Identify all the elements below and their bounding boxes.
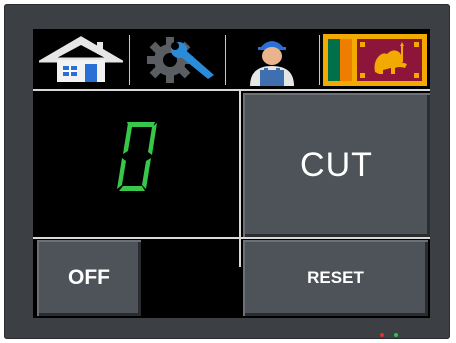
off-button-label: OFF [68, 266, 110, 289]
status-cell [145, 240, 239, 316]
sri-lanka-flag-icon [323, 33, 427, 86]
counter-display: 0 [115, 119, 161, 198]
cut-button-label: CUT [300, 145, 373, 184]
seven-segment-digit [117, 122, 157, 191]
tab-divider [33, 89, 430, 91]
status-leds [380, 333, 398, 337]
tab-operator[interactable] [227, 32, 317, 87]
tab-settings[interactable] [131, 32, 223, 87]
off-button[interactable]: OFF [37, 240, 141, 316]
tab-language[interactable] [321, 32, 429, 87]
gear-wrench-icon [147, 36, 214, 83]
cut-button[interactable]: CUT [243, 93, 430, 237]
tab-home[interactable] [35, 32, 127, 87]
green-led-indicator [394, 333, 398, 337]
worker-icon [250, 40, 294, 86]
reset-button[interactable]: RESET [243, 240, 428, 316]
panel-divider [239, 91, 241, 267]
red-led-indicator [380, 333, 384, 337]
bottom-divider [33, 237, 430, 239]
reset-button-label: RESET [307, 268, 364, 287]
home-icon [39, 35, 123, 82]
tab-bar [33, 29, 430, 89]
hmi-screen: 0 CUT OFF RESET [33, 29, 430, 318]
